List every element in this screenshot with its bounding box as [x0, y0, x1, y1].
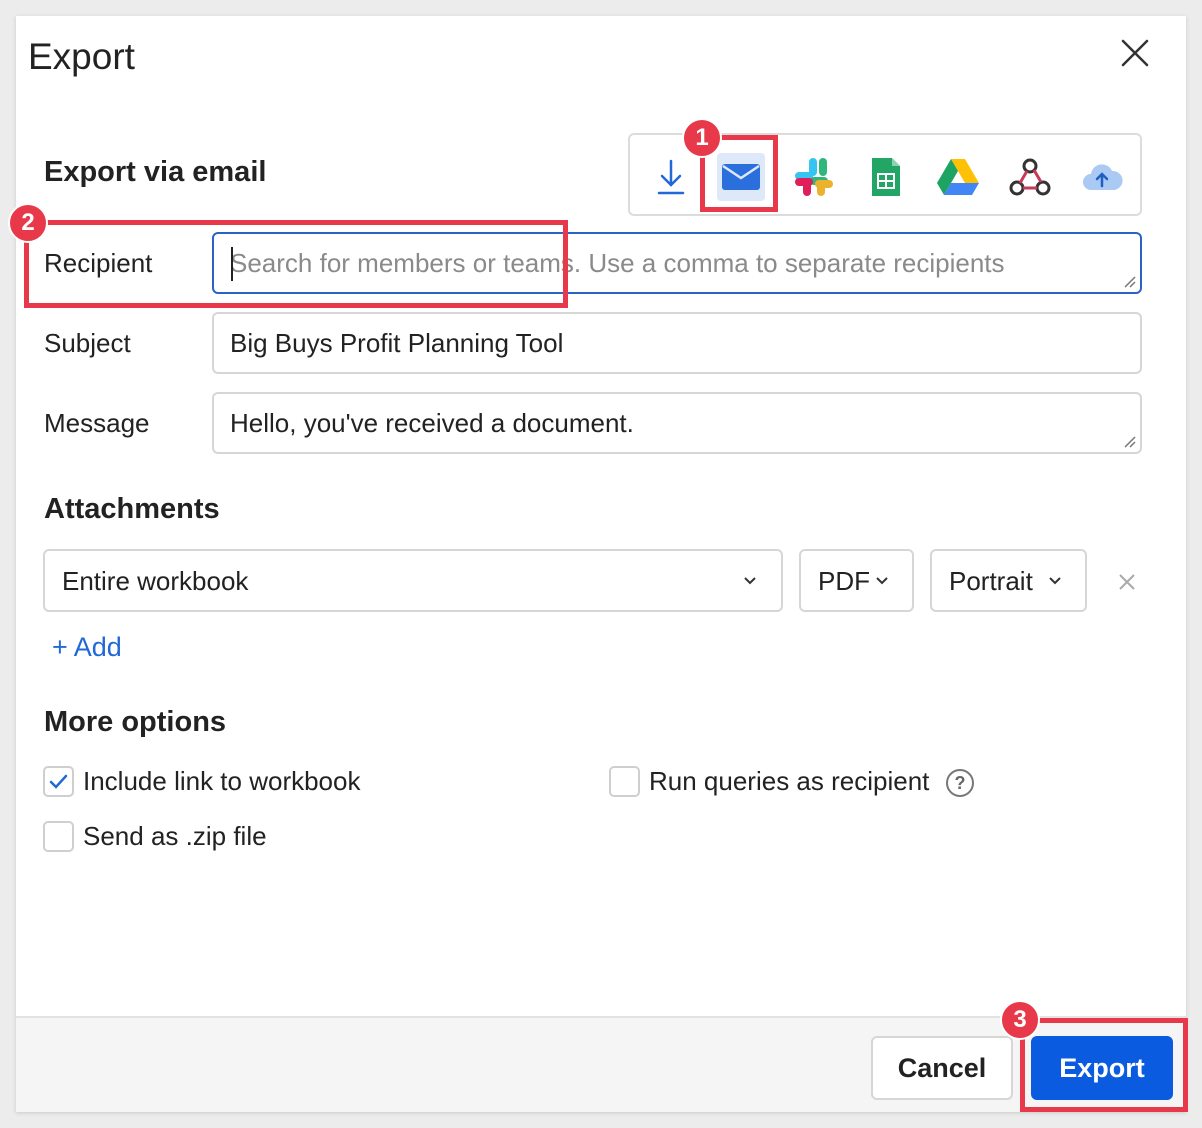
- attachment-orientation-value: Portrait: [949, 566, 1033, 596]
- attachment-format-select[interactable]: PDF: [799, 549, 914, 612]
- recipient-placeholder: Search for members or teams. Use a comma…: [230, 248, 1005, 278]
- google-sheets-icon[interactable]: [862, 153, 910, 201]
- resize-handle-icon[interactable]: [1122, 434, 1136, 448]
- resize-handle-icon[interactable]: [1122, 274, 1136, 288]
- export-via-heading: Export via email: [44, 156, 267, 188]
- step-badge-2: 2: [8, 203, 48, 243]
- run-queries-checkbox[interactable]: [609, 766, 640, 797]
- webhook-icon[interactable]: [1006, 153, 1054, 201]
- export-dialog: Export Export via email Recipient Search…: [16, 16, 1186, 1112]
- slack-icon[interactable]: [790, 153, 838, 201]
- email-icon[interactable]: [717, 153, 765, 201]
- message-value: Hello, you've received a document.: [230, 408, 634, 438]
- remove-attachment-icon[interactable]: [1117, 572, 1137, 592]
- step-badge-3: 3: [1000, 1000, 1040, 1040]
- attachment-orientation-select[interactable]: Portrait: [930, 549, 1087, 612]
- recipient-input[interactable]: Search for members or teams. Use a comma…: [212, 232, 1142, 294]
- message-label: Message: [44, 408, 150, 438]
- run-queries-label: Run queries as recipient: [649, 766, 930, 796]
- attachment-format-value: PDF: [818, 566, 870, 596]
- subject-value: Big Buys Profit Planning Tool: [230, 328, 564, 358]
- message-input[interactable]: Hello, you've received a document.: [212, 392, 1142, 454]
- close-icon[interactable]: [1118, 36, 1152, 70]
- include-link-checkbox[interactable]: [43, 766, 74, 797]
- subject-label: Subject: [44, 328, 131, 358]
- cancel-button[interactable]: Cancel: [871, 1036, 1013, 1100]
- dialog-title: Export: [28, 36, 135, 77]
- add-attachment-button[interactable]: + Add: [52, 632, 122, 663]
- zip-label: Send as .zip file: [83, 821, 267, 851]
- chevron-down-icon: [744, 577, 756, 585]
- chevron-down-icon: [876, 577, 888, 585]
- export-button[interactable]: Export: [1031, 1036, 1173, 1100]
- checkmark-icon: [49, 774, 68, 789]
- attachment-content-select[interactable]: Entire workbook: [43, 549, 783, 612]
- help-icon[interactable]: ?: [946, 769, 974, 797]
- text-caret: [231, 247, 233, 281]
- include-link-label: Include link to workbook: [83, 766, 361, 796]
- download-icon[interactable]: [647, 153, 695, 201]
- more-options-heading: More options: [44, 706, 227, 738]
- subject-input[interactable]: Big Buys Profit Planning Tool: [212, 312, 1142, 374]
- google-drive-icon[interactable]: [934, 153, 982, 201]
- recipient-label: Recipient: [44, 248, 153, 278]
- chevron-down-icon: [1049, 577, 1061, 585]
- attachment-content-value: Entire workbook: [62, 566, 249, 596]
- zip-checkbox[interactable]: [43, 821, 74, 852]
- attachments-heading: Attachments: [44, 493, 220, 525]
- step-badge-1: 1: [682, 118, 722, 158]
- cloud-upload-icon[interactable]: [1078, 153, 1126, 201]
